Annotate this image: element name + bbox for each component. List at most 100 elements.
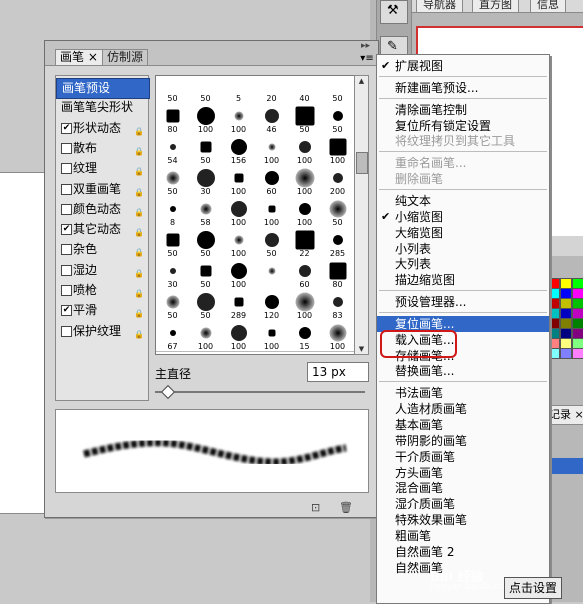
brush-preset-cell[interactable]: 100 <box>189 318 223 352</box>
brush-preset-cell[interactable]: 100 <box>288 163 322 197</box>
brush-preset-cell[interactable]: 67 <box>156 318 190 352</box>
menu-item[interactable]: 预设管理器... <box>377 294 549 310</box>
menu-item[interactable]: 粗画笔 <box>377 528 549 544</box>
menu-item[interactable]: ✔ 扩展视图 <box>377 58 549 74</box>
brush-preset-cell[interactable] <box>255 256 289 290</box>
brush-preset-cell[interactable]: 100 <box>255 318 289 352</box>
brush-preset-cell[interactable]: 200 <box>321 163 355 197</box>
menu-item[interactable]: 小列表 <box>377 241 549 257</box>
brush-preset-cell[interactable]: 100 <box>222 318 256 352</box>
brush-preset-cell[interactable]: 83 <box>321 287 355 321</box>
lock-icon[interactable]: 🔒 <box>134 264 144 283</box>
brush-option-item[interactable]: 纹理 🔒 <box>56 159 148 178</box>
brush-preset-cell[interactable]: 50 <box>321 76 355 104</box>
new-brush-icon[interactable]: ⊡ <box>311 501 320 514</box>
brush-option-item[interactable]: ✔ 形状动态 🔒 <box>56 119 148 138</box>
brush-preset-cell[interactable]: 8 <box>156 194 190 228</box>
menu-item[interactable]: 新建画笔预设... <box>377 80 549 96</box>
menu-item[interactable]: 书法画笔 <box>377 385 549 401</box>
brush-preset-cell[interactable]: 100 <box>255 132 289 166</box>
brush-preset-cell[interactable]: 50 <box>156 287 190 321</box>
color-swatch[interactable] <box>572 348 583 359</box>
checkbox[interactable]: ✔ <box>61 305 72 317</box>
brush-preset-cell[interactable]: 50 <box>156 76 190 104</box>
brush-option-item[interactable]: 画笔笔尖形状 <box>56 98 148 117</box>
navigator-tool-button[interactable]: ⚒ <box>380 0 408 24</box>
collapse-icon[interactable]: ▸▸ <box>361 41 370 51</box>
brush-option-item[interactable]: 杂色 🔒 <box>56 240 148 259</box>
checkbox[interactable] <box>61 142 72 154</box>
brush-preset-cell[interactable]: 30 <box>156 256 190 290</box>
tab-histogram[interactable]: 直方图 <box>472 0 519 13</box>
brush-preset-cell[interactable]: 50 <box>189 76 223 104</box>
brush-option-item[interactable]: 双重画笔 🔒 <box>56 180 148 199</box>
brush-preset-cell[interactable]: 50 <box>321 101 355 135</box>
brush-preset-cell[interactable]: 100 <box>288 132 322 166</box>
brush-preset-cell[interactable]: 80 <box>321 256 355 290</box>
lock-icon[interactable]: 🔒 <box>134 142 144 161</box>
lock-icon[interactable]: 🔒 <box>134 284 144 303</box>
brush-grid-scrollbar[interactable]: ▲ ▼ <box>354 75 369 355</box>
brush-preset-cell[interactable]: 60 <box>255 163 289 197</box>
checkbox[interactable]: ✔ <box>61 122 72 134</box>
scrollbar-thumb[interactable] <box>356 152 368 174</box>
tab-history[interactable]: 记录 × <box>548 405 583 425</box>
brush-preset-cell[interactable]: 285 <box>321 225 355 259</box>
diameter-slider-thumb[interactable] <box>160 384 176 400</box>
brush-preset-cell[interactable]: 20 <box>255 76 289 104</box>
checkbox[interactable] <box>61 285 72 296</box>
brush-preset-cell[interactable]: 54 <box>156 132 190 166</box>
brush-preset-cell[interactable]: 80 <box>156 101 190 135</box>
menu-item[interactable]: 干介质画笔 <box>377 449 549 465</box>
menu-item[interactable]: 湿介质画笔 <box>377 496 549 512</box>
brush-option-item[interactable]: ✔ 平滑 🔒 <box>56 301 148 320</box>
lock-icon[interactable]: 🔒 <box>134 162 144 181</box>
checkbox[interactable] <box>61 325 72 337</box>
brush-preset-cell[interactable]: 50 <box>288 101 322 135</box>
brush-preset-cell[interactable]: 100 <box>321 132 355 166</box>
lock-icon[interactable]: 🔒 <box>134 325 144 344</box>
diameter-slider-track[interactable] <box>155 391 365 393</box>
menu-item[interactable]: 特殊效果画笔 <box>377 512 549 528</box>
tab-navigator[interactable]: 导航器 <box>416 0 463 13</box>
brush-preset-cell[interactable]: 15 <box>288 318 322 352</box>
brush-preset-cell[interactable]: 22 <box>288 225 322 259</box>
menu-item[interactable]: 方头画笔 <box>377 465 549 481</box>
brush-preset-cell[interactable]: 60 <box>288 256 322 290</box>
brush-preset-cell[interactable]: 5 <box>222 76 256 104</box>
lock-icon[interactable]: 🔒 <box>134 203 144 222</box>
menu-item[interactable]: 自然画笔 2 <box>377 544 549 560</box>
brush-preset-cell[interactable]: 100 <box>222 256 256 290</box>
brush-preset-cell[interactable]: 100 <box>222 194 256 228</box>
brush-preset-cell[interactable]: 50 <box>156 163 190 197</box>
brush-preset-cell[interactable]: 50 <box>156 225 190 259</box>
brush-preset-cell[interactable]: 50 <box>189 225 223 259</box>
menu-item[interactable]: 纯文本 <box>377 193 549 209</box>
menu-item[interactable]: 混合画笔 <box>377 480 549 496</box>
color-swatch[interactable] <box>560 348 572 359</box>
brush-preset-cell[interactable]: 100 <box>321 318 355 352</box>
lock-icon[interactable]: 🔒 <box>134 183 144 202</box>
brush-preset-cell[interactable]: 30 <box>189 163 223 197</box>
menu-item[interactable]: 描边缩览图 <box>377 272 549 288</box>
tab-clone-source[interactable]: 仿制源 <box>102 49 149 65</box>
brush-preset-cell[interactable]: 120 <box>255 287 289 321</box>
brush-preset-cell[interactable]: 50 <box>255 225 289 259</box>
brush-preset-cell[interactable]: 100 <box>222 225 256 259</box>
brush-preset-cell[interactable]: 46 <box>255 101 289 135</box>
brush-option-item[interactable]: 颜色动态 🔒 <box>56 200 148 219</box>
brush-preset-cell[interactable]: 100 <box>222 101 256 135</box>
brush-preset-cell[interactable]: 40 <box>288 76 322 104</box>
brush-option-item[interactable]: 喷枪 🔒 <box>56 281 148 300</box>
checkbox[interactable] <box>61 264 72 276</box>
menu-item[interactable]: ✔ 小缩览图 <box>377 209 549 225</box>
tab-brush[interactable]: 画笔 × <box>55 49 103 65</box>
lock-icon[interactable]: 🔒 <box>134 243 144 262</box>
checkbox[interactable] <box>61 163 72 175</box>
menu-item[interactable]: 复位所有锁定设置 <box>377 118 549 134</box>
menu-item[interactable]: 基本画笔 <box>377 417 549 433</box>
brush-option-item[interactable]: 散布 🔒 <box>56 139 148 158</box>
scroll-up-icon[interactable]: ▲ <box>356 76 367 86</box>
brush-option-item[interactable]: ✔ 其它动态 🔒 <box>56 220 148 239</box>
checkbox[interactable] <box>61 244 72 256</box>
